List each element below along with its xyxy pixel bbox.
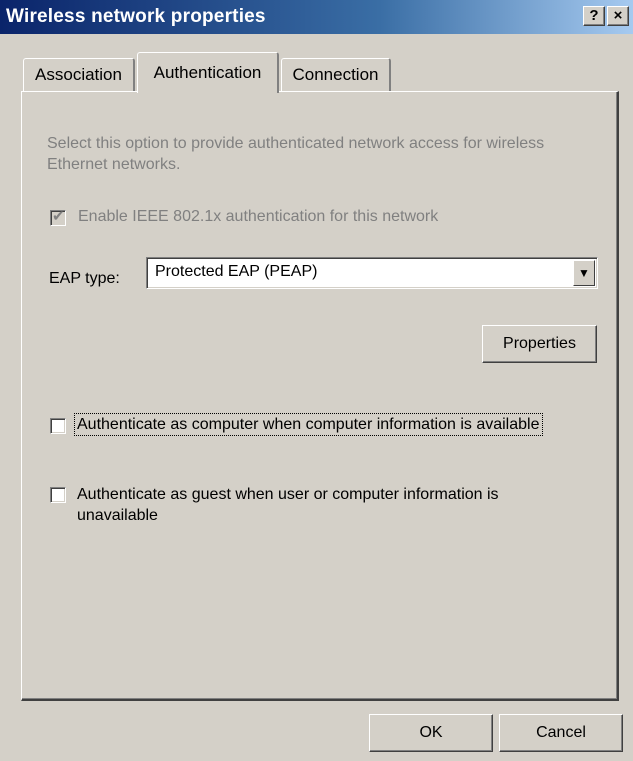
window-title: Wireless network properties <box>6 6 266 27</box>
tab-panel <box>21 91 619 701</box>
tab-association[interactable]: Association <box>23 58 135 92</box>
ok-button[interactable]: OK <box>369 714 493 752</box>
close-button[interactable]: × <box>607 6 629 26</box>
tab-authentication[interactable]: Authentication <box>137 52 279 93</box>
help-button[interactable]: ? <box>583 6 605 26</box>
title-bar[interactable]: Wireless network properties ? × <box>0 0 633 34</box>
cancel-button[interactable]: Cancel <box>499 714 623 752</box>
tab-connection[interactable]: Connection <box>281 58 391 92</box>
